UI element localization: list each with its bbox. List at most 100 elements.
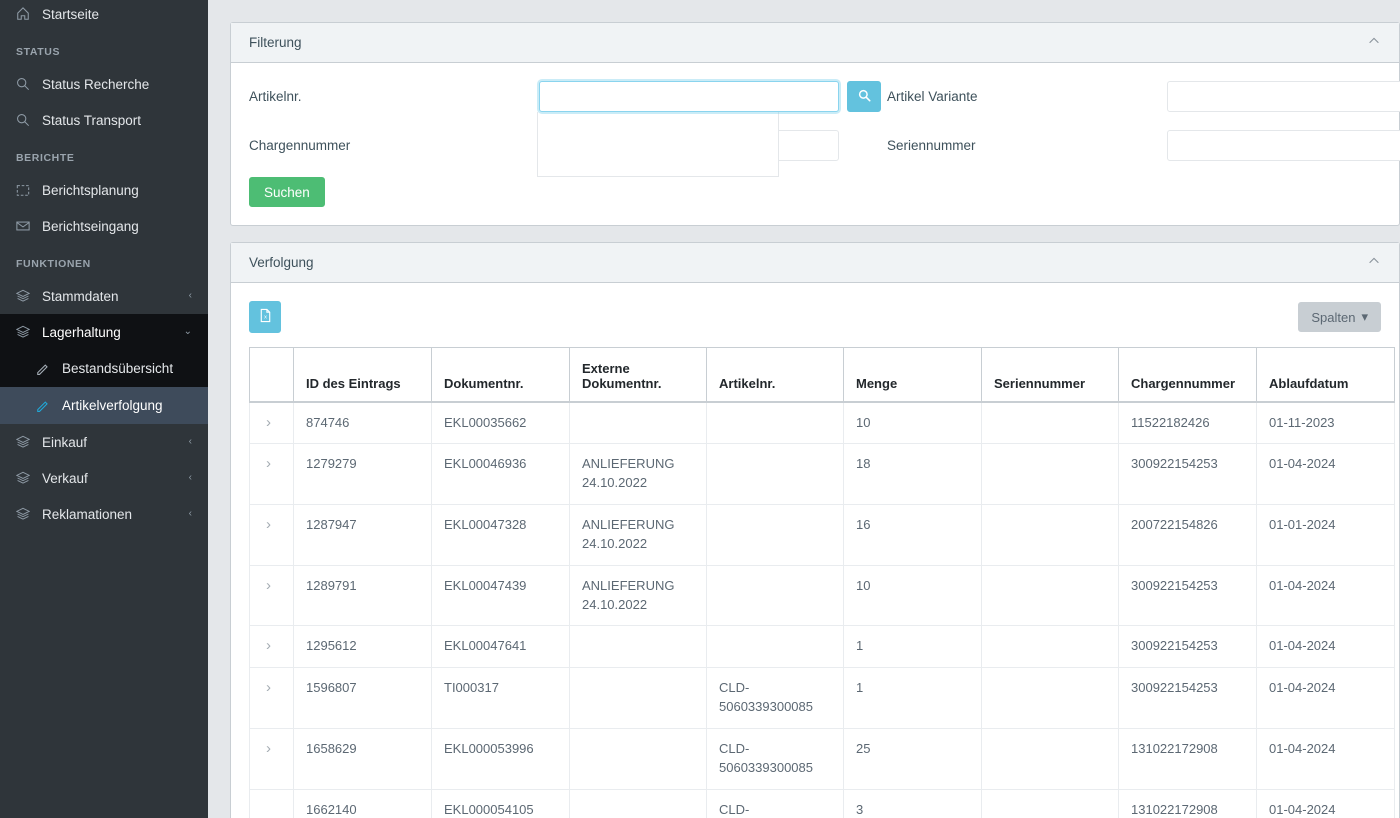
artikelnr-autocomplete-dropdown[interactable] [537, 112, 779, 177]
sidebar-item-stammdaten[interactable]: Stammdaten ‹ [0, 278, 208, 314]
row-externe-dokumentnr [569, 788, 707, 818]
row-expand-cell[interactable]: › [249, 625, 294, 669]
row-artikelnr [706, 564, 844, 627]
col-dokumentnr[interactable]: Dokumentnr. [431, 347, 570, 403]
table-row[interactable]: › 1279279 EKL00046936 ANLIEFERUNG 24.10.2022… [249, 443, 1395, 506]
row-expand-cell[interactable]: › [249, 400, 294, 445]
row-chargennummer: 131022172908 [1118, 727, 1257, 790]
table-row[interactable]: › 1295612 EKL00047641 1 300922154253 01-04-20… [249, 625, 1395, 669]
row-seriennummer [981, 727, 1119, 790]
row-menge: 18 [843, 443, 982, 506]
col-ablaufdatum[interactable]: Ablaufdatum [1256, 347, 1395, 403]
pencil-icon [36, 399, 62, 413]
seriennummer-input[interactable] [1167, 130, 1400, 161]
sidebar-item-reklamationen[interactable]: Reklamationen ‹ [0, 496, 208, 532]
sidebar-item-berichtseingang[interactable]: Berichtseingang [0, 208, 208, 244]
sidebar-section-berichte: BERICHTE [16, 152, 75, 164]
row-menge: 1 [843, 667, 982, 729]
tracking-panel-header[interactable]: Verfolgung [231, 243, 1399, 283]
sidebar-item-label: Berichtsplanung [42, 182, 139, 198]
row-expand-cell[interactable]: › [249, 443, 294, 506]
row-menge: 16 [843, 504, 982, 566]
artikel-variante-input[interactable] [1167, 81, 1400, 112]
col-id-des-eintrags[interactable]: ID des Eintrags [293, 347, 432, 403]
main-content: Filterung Artikelnr. Artikel Variante Ch… [208, 0, 1400, 818]
row-chargennummer: 11522182426 [1118, 400, 1257, 445]
row-seriennummer [981, 667, 1119, 729]
col-menge[interactable]: Menge [843, 347, 982, 403]
row-menge: 25 [843, 727, 982, 790]
filter-panel-header[interactable]: Filterung [231, 23, 1399, 63]
row-expand-cell[interactable]: › [249, 727, 294, 790]
col-artikelnr[interactable]: Artikelnr. [706, 347, 844, 403]
sidebar-subitem-label: Bestandsübersicht [62, 361, 174, 376]
chevron-right-icon[interactable]: › [266, 455, 271, 472]
col-externe-dokumentnr[interactable]: Externe Dokumentnr. [569, 347, 707, 403]
sidebar-item-bestandsuebersicht[interactable]: Bestandsübersicht [0, 350, 208, 387]
row-expand-cell[interactable]: › [249, 564, 294, 627]
table-row[interactable]: › 1289791 EKL00047439 ANLIEFERUNG 24.10.2022… [249, 564, 1395, 627]
layers-icon [16, 507, 42, 521]
table-header: ID des Eintrags Dokumentnr. Externe Doku… [249, 347, 1395, 403]
sidebar-item-artikelverfolgung[interactable]: Artikelverfolgung [0, 387, 208, 424]
chevron-right-icon[interactable]: › [266, 637, 271, 654]
row-expand-cell[interactable]: › [249, 667, 294, 729]
row-id: 1596807 [293, 667, 432, 729]
chevron-up-icon[interactable] [1367, 34, 1381, 51]
chevron-left-icon: ‹ [188, 290, 192, 301]
table-toolbar: x Spalten ▾ [249, 301, 1381, 333]
row-externe-dokumentnr: ANLIEFERUNG 24.10.2022 [569, 504, 707, 566]
sidebar-item-berichtsplanung[interactable]: Berichtsplanung [0, 172, 208, 208]
layers-icon [16, 289, 42, 303]
chevron-right-icon[interactable]: › [266, 414, 271, 431]
filter-panel: Filterung Artikelnr. Artikel Variante Ch… [230, 22, 1400, 226]
row-id: 1658629 [293, 727, 432, 790]
row-chargennummer: 300922154253 [1118, 443, 1257, 506]
sidebar-item-status-transport[interactable]: Status Transport [0, 102, 208, 138]
row-id: 874746 [293, 400, 432, 445]
row-id: 1289791 [293, 564, 432, 627]
app-root: Startseite STATUS Status Recherche Statu… [0, 0, 1400, 818]
table-row[interactable]: › 874746 EKL00035662 10 11522182426 01-11-202… [249, 400, 1395, 445]
chevron-down-icon: ⌄ [183, 326, 192, 337]
svg-text:x: x [264, 315, 267, 321]
filter-fields-grid: Artikelnr. Artikel Variante Chargennumme… [249, 81, 1400, 161]
sidebar-subitem-label: Artikelverfolgung [62, 398, 163, 413]
sidebar-item-status-recherche[interactable]: Status Recherche [0, 66, 208, 102]
col-expand[interactable] [249, 347, 294, 403]
chevron-up-icon[interactable] [1367, 254, 1381, 271]
seriennummer-label: Seriennummer [887, 138, 976, 153]
table-row[interactable]: › 1596807 TI000317 CLD-5060339300085 1 300922… [249, 667, 1395, 729]
export-excel-button[interactable]: x [249, 301, 281, 333]
col-seriennummer[interactable]: Seriennummer [981, 347, 1119, 403]
sidebar-item-lagerhaltung[interactable]: Lagerhaltung ⌄ [0, 314, 208, 350]
row-artikelnr [706, 504, 844, 566]
sidebar-item-startseite[interactable]: Startseite [0, 0, 208, 32]
chevron-right-icon[interactable]: › [266, 679, 271, 696]
table-row[interactable]: › 1658629 EKL000053996 CLD-5060339300085 25 1… [249, 727, 1395, 790]
filter-panel-title: Filterung [249, 35, 302, 50]
chevron-right-icon[interactable]: › [266, 740, 271, 757]
chevron-right-icon[interactable]: › [266, 516, 271, 533]
spalten-dropdown-button[interactable]: Spalten ▾ [1298, 302, 1381, 332]
table-row[interactable]: › 1287947 EKL00047328 ANLIEFERUNG 24.10.2022… [249, 504, 1395, 566]
sidebar-item-label: Einkauf [42, 434, 88, 450]
chevron-right-icon[interactable]: › [266, 577, 271, 594]
row-ablaufdatum: 01-01-2024 [1256, 504, 1395, 566]
tracking-panel-title: Verfolgung [249, 255, 314, 270]
chevron-left-icon: ‹ [188, 436, 192, 447]
chevron-left-icon: ‹ [188, 472, 192, 483]
sidebar-item-einkauf[interactable]: Einkauf ‹ [0, 424, 208, 460]
artikelnr-search-button[interactable] [847, 81, 881, 112]
sidebar-item-verkauf[interactable]: Verkauf ‹ [0, 460, 208, 496]
row-seriennummer [981, 564, 1119, 627]
table-row[interactable]: 1662140EKL000054105 CLD-50603393000853 131… [249, 788, 1395, 818]
col-chargennummer[interactable]: Chargennummer [1118, 347, 1257, 403]
row-externe-dokumentnr [569, 727, 707, 790]
row-artikelnr [706, 400, 844, 445]
suchen-button[interactable]: Suchen [249, 177, 325, 207]
row-externe-dokumentnr [569, 667, 707, 729]
artikelnr-input[interactable] [539, 81, 839, 112]
file-export-icon: x [258, 308, 273, 326]
row-expand-cell[interactable]: › [249, 504, 294, 566]
